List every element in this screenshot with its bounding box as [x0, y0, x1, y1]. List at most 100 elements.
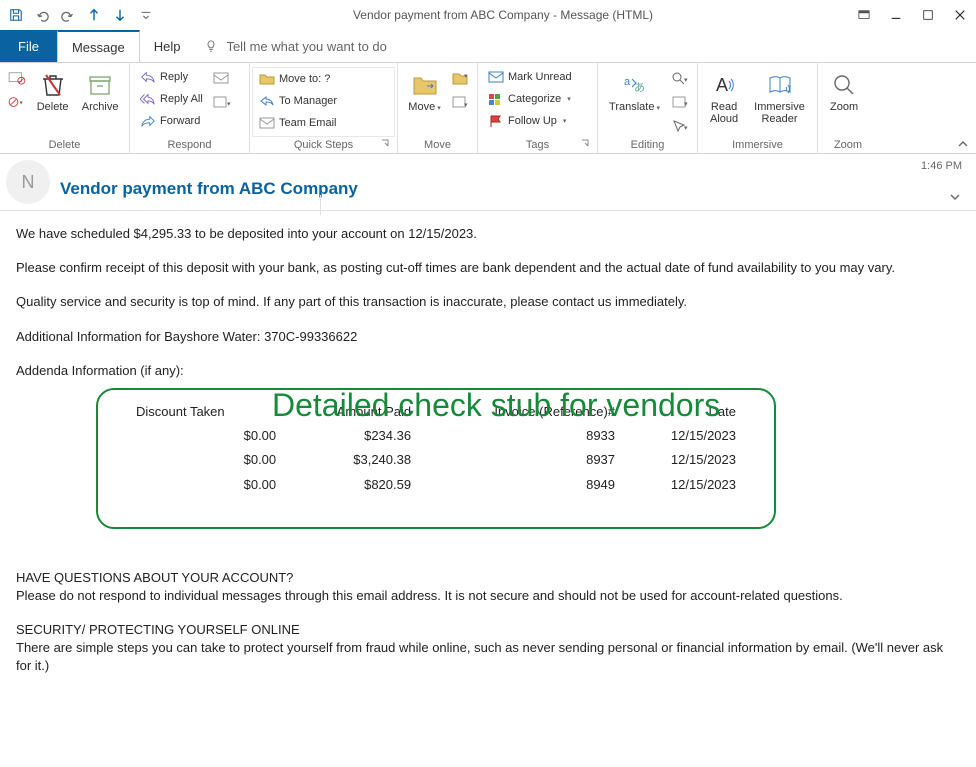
rules-icon[interactable]: ▾	[449, 67, 471, 89]
forward-label: Forward	[160, 115, 200, 127]
find-icon[interactable]: ▾	[669, 67, 691, 89]
cell-date: 12/15/2023	[623, 473, 744, 497]
read-aloud-button[interactable]: A Read Aloud	[704, 67, 744, 129]
ribbon: ▾ Delete Archive Delete Reply Reply All …	[0, 62, 976, 154]
svg-text:▾: ▾	[20, 100, 23, 107]
svg-text:▾: ▾	[464, 102, 468, 109]
cell-discount: $0.00	[128, 473, 284, 497]
move-button[interactable]: Move▾	[404, 67, 445, 117]
close-icon[interactable]	[944, 0, 976, 30]
translate-icon: aあ	[621, 71, 649, 99]
quickstep-team-email[interactable]: Team Email	[253, 112, 394, 134]
undo-icon[interactable]	[30, 3, 54, 27]
zoom-icon	[830, 71, 858, 99]
immersive-group-label: Immersive	[698, 139, 817, 153]
expand-header-icon[interactable]	[948, 190, 962, 204]
related-icon[interactable]: ▾	[669, 91, 691, 113]
move-folder-icon	[411, 71, 439, 99]
delete-button[interactable]: Delete	[32, 67, 73, 117]
zoom-label: Zoom	[830, 101, 858, 113]
help-tab[interactable]: Help	[140, 30, 195, 62]
security-body: There are simple steps you can take to p…	[16, 639, 960, 675]
tags-launcher-icon[interactable]	[581, 139, 591, 149]
categorize-button[interactable]: Categorize▾	[484, 89, 576, 109]
team-email-icon	[259, 115, 275, 131]
translate-button[interactable]: aあ Translate▾	[604, 67, 665, 117]
select-icon[interactable]: ▾	[669, 115, 691, 137]
email-subject: Vendor payment from ABC Company	[60, 161, 966, 203]
reply-label: Reply	[160, 71, 188, 83]
reply-button[interactable]: Reply	[136, 67, 207, 87]
previous-item-icon[interactable]	[82, 3, 106, 27]
body-paragraph: We have scheduled $4,295.33 to be deposi…	[16, 225, 960, 243]
security-heading: SECURITY/ PROTECTING YOURSELF ONLINE	[16, 621, 960, 639]
collapse-ribbon-icon[interactable]	[956, 137, 970, 151]
delete-label: Delete	[37, 101, 69, 113]
table-row: $0.00 $820.59 8949 12/15/2023	[128, 473, 744, 497]
tell-me-search[interactable]: Tell me what you want to do	[194, 30, 396, 62]
next-item-icon[interactable]	[108, 3, 132, 27]
ignore-icon[interactable]	[6, 67, 28, 89]
cell-invoice: 8933	[419, 424, 623, 448]
message-tab[interactable]: Message	[57, 30, 140, 62]
quickstep-move-to[interactable]: Move to: ?	[253, 68, 394, 90]
header-separator	[320, 195, 321, 215]
file-tab[interactable]: File	[0, 30, 57, 62]
forward-button[interactable]: Forward	[136, 111, 207, 131]
follow-up-label: Follow Up	[508, 115, 557, 127]
cell-date: 12/15/2023	[623, 424, 744, 448]
svg-text:▾: ▾	[684, 101, 688, 108]
cell-amount: $3,240.38	[284, 448, 419, 472]
body-paragraph: Quality service and security is top of m…	[16, 293, 960, 311]
svg-text:▾: ▾	[464, 73, 468, 80]
categorize-icon	[488, 91, 504, 107]
immersive-reader-icon	[766, 71, 794, 99]
immersive-reader-button[interactable]: Immersive Reader	[748, 67, 811, 129]
quickstep-team-email-label: Team Email	[279, 117, 336, 129]
questions-body: Please do not respond to individual mess…	[16, 587, 960, 605]
message-header: N Vendor payment from ABC Company 1:46 P…	[0, 154, 976, 211]
read-aloud-icon: A	[710, 71, 738, 99]
minimize-icon[interactable]	[880, 0, 912, 30]
editing-group-label: Editing	[598, 139, 697, 153]
customize-qat-icon[interactable]	[134, 3, 158, 27]
delete-icon	[39, 71, 67, 99]
maximize-icon[interactable]	[912, 0, 944, 30]
more-respond-icon[interactable]: ▾	[211, 91, 233, 113]
title-bar: Vendor payment from ABC Company - Messag…	[0, 0, 976, 30]
quicksteps-launcher-icon[interactable]	[381, 139, 391, 149]
quickstep-move-to-label: Move to: ?	[279, 73, 330, 85]
quickstep-to-manager[interactable]: To Manager	[253, 90, 394, 112]
mark-unread-button[interactable]: Mark Unread	[484, 67, 576, 87]
save-icon[interactable]	[4, 3, 28, 27]
junk-icon[interactable]: ▾	[6, 91, 28, 113]
tags-group-label: Tags	[478, 139, 597, 153]
reply-all-button[interactable]: Reply All	[136, 89, 207, 109]
actions-icon[interactable]: ▾	[449, 91, 471, 113]
archive-button[interactable]: Archive	[77, 67, 123, 117]
categorize-label: Categorize	[508, 93, 561, 105]
menu-bar: File Message Help Tell me what you want …	[0, 30, 976, 62]
quickstep-to-manager-label: To Manager	[279, 95, 337, 107]
read-aloud-label: Read Aloud	[710, 101, 738, 125]
archive-icon	[86, 71, 114, 99]
window-controls	[848, 0, 976, 30]
tell-me-label: Tell me what you want to do	[226, 39, 386, 54]
ribbon-display-icon[interactable]	[848, 0, 880, 30]
table-row: $0.00 $234.36 8933 12/15/2023	[128, 424, 744, 448]
immersive-reader-label: Immersive Reader	[754, 101, 805, 125]
window-title: Vendor payment from ABC Company - Messag…	[158, 8, 848, 22]
quicksteps-group-label: Quick Steps	[250, 139, 397, 153]
follow-up-button[interactable]: Follow Up▾	[484, 111, 576, 131]
cell-invoice: 8949	[419, 473, 623, 497]
svg-text:▾: ▾	[684, 125, 688, 132]
redo-icon[interactable]	[56, 3, 80, 27]
mark-unread-label: Mark Unread	[508, 71, 572, 83]
flag-icon	[488, 113, 504, 129]
delete-group-label: Delete	[0, 139, 129, 153]
reply-icon	[140, 69, 156, 85]
reply-all-label: Reply All	[160, 93, 203, 105]
zoom-button[interactable]: Zoom	[824, 67, 864, 117]
meeting-icon[interactable]	[211, 67, 233, 89]
svg-text:▾: ▾	[684, 77, 688, 84]
